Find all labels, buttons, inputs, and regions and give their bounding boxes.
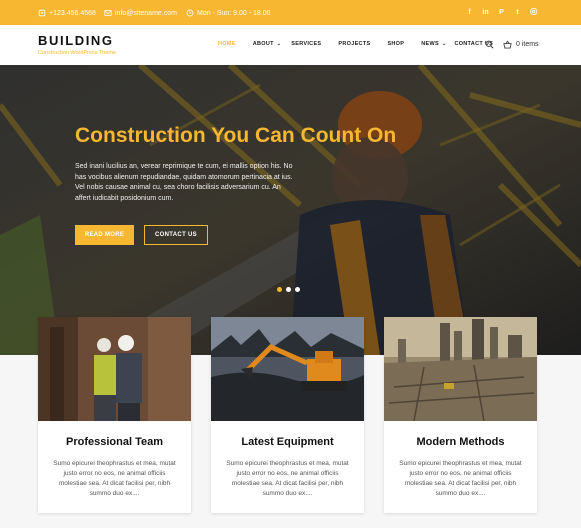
hero-title: Construction You Can Count On bbox=[75, 124, 397, 147]
main-nav: HOME ABOUT ⌄ SERVICES PROJECTS SHOP NEWS ⌄… bbox=[218, 41, 510, 47]
phone-info: +123.456.4568 bbox=[38, 9, 96, 17]
search-icon[interactable] bbox=[485, 40, 494, 49]
nav-projects[interactable]: PROJECTS bbox=[338, 41, 370, 47]
cart-button[interactable]: 0 items bbox=[503, 40, 539, 49]
social-links: f in P t bbox=[466, 8, 537, 17]
excavator-photo bbox=[211, 317, 364, 421]
read-more-button[interactable]: READ MORE bbox=[75, 225, 134, 245]
slider-dot-1[interactable] bbox=[277, 287, 282, 292]
nav-services[interactable]: SERVICES bbox=[291, 41, 321, 47]
email-info[interactable]: info@sitename.com bbox=[104, 9, 177, 17]
phone-icon bbox=[38, 9, 46, 17]
nav-home[interactable]: HOME bbox=[218, 41, 236, 47]
hero-overlay bbox=[0, 65, 581, 355]
chevron-down-icon: ⌄ bbox=[276, 41, 282, 47]
site-header: BUILDING Construction WordPress Theme HO… bbox=[0, 25, 581, 65]
instagram-icon[interactable] bbox=[530, 8, 537, 17]
feature-card-team[interactable]: Professional Team Sumo epicurei theophra… bbox=[38, 317, 191, 513]
nav-news-label: NEWS bbox=[421, 41, 439, 47]
top-bar: +123.456.4568 info@sitename.com Mon - Su… bbox=[0, 0, 581, 25]
feature-title: Latest Equipment bbox=[241, 436, 334, 448]
linkedin-icon[interactable]: in bbox=[482, 8, 489, 17]
construction-site-photo bbox=[384, 317, 537, 421]
opening-hours: Mon - Sun: 9.00 - 18.00 bbox=[197, 9, 271, 17]
cart-count: 0 items bbox=[516, 41, 539, 48]
feature-card-methods[interactable]: Modern Methods Sumo epicurei theophrastu… bbox=[384, 317, 537, 513]
feature-text: Sumo epicurei theophrastus et mea, mutat… bbox=[399, 460, 522, 497]
phone-number: +123.456.4568 bbox=[49, 9, 96, 17]
slider-dot-3[interactable] bbox=[295, 287, 300, 292]
site-tagline: Construction WordPress Theme bbox=[38, 50, 117, 56]
nav-shop[interactable]: SHOP bbox=[387, 41, 404, 47]
feature-title: Modern Methods bbox=[416, 436, 505, 448]
nav-news[interactable]: NEWS ⌄ bbox=[421, 41, 446, 47]
pinterest-icon[interactable]: P bbox=[498, 8, 505, 17]
hero-slider: Construction You Can Count On Sed inani … bbox=[0, 65, 581, 355]
nav-about-label: ABOUT bbox=[252, 41, 274, 47]
feature-text: Sumo epicurei theophrastus et mea, mutat… bbox=[53, 460, 176, 497]
site-logo[interactable]: BUILDING bbox=[38, 33, 114, 48]
email-address[interactable]: info@sitename.com bbox=[115, 10, 177, 17]
facebook-icon[interactable]: f bbox=[466, 8, 473, 17]
chevron-down-icon: ⌄ bbox=[441, 41, 447, 47]
team-photo bbox=[38, 317, 191, 421]
clock-icon bbox=[186, 9, 194, 17]
nav-about[interactable]: ABOUT ⌄ bbox=[253, 41, 282, 47]
basket-icon bbox=[503, 40, 512, 49]
twitter-icon[interactable]: t bbox=[514, 8, 521, 17]
feature-text: Sumo epicurei theophrastus et mea, mutat… bbox=[226, 460, 349, 497]
slider-dots bbox=[277, 287, 300, 292]
slider-dot-2[interactable] bbox=[286, 287, 291, 292]
contact-us-button[interactable]: CONTACT US bbox=[144, 225, 208, 245]
feature-card-equipment[interactable]: Latest Equipment Sumo epicurei theophras… bbox=[211, 317, 364, 513]
mail-icon bbox=[104, 10, 112, 16]
hero-description: Sed inani lucilius an, verear reprimique… bbox=[75, 163, 293, 202]
feature-title: Professional Team bbox=[66, 436, 163, 448]
hours-info: Mon - Sun: 9.00 - 18.00 bbox=[186, 9, 271, 17]
